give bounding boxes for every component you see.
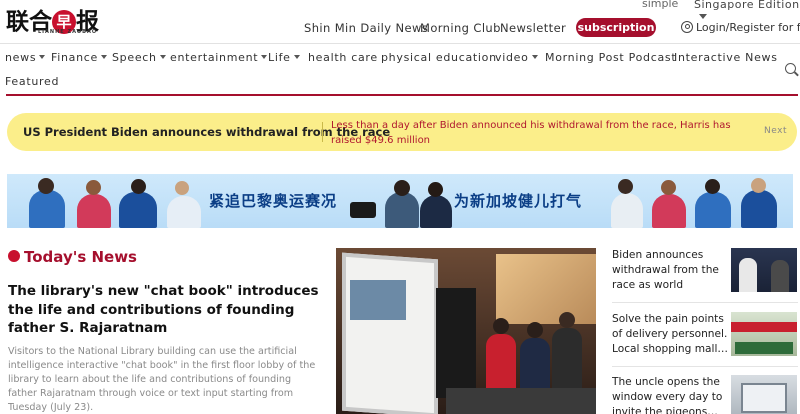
link-newsletter[interactable]: Newsletter	[500, 21, 566, 35]
nav-item-video[interactable]: video	[495, 51, 538, 64]
login-label: Login/Register for free	[696, 21, 800, 34]
nav-divider	[6, 94, 798, 96]
top-header: 联合早报 LIANHE ZAOBAO simple Singapore Edit…	[0, 0, 800, 44]
logo-subtitle: LIANHE ZAOBAO	[38, 29, 98, 35]
athlete-head	[175, 181, 189, 195]
nav-item-physical-education[interactable]: physical education	[381, 51, 497, 64]
nav-item-finance[interactable]: Finance	[51, 51, 107, 64]
sidebar-divider	[612, 366, 798, 367]
sidebar-article-2[interactable]: Solve the pain points of delivery person…	[612, 312, 730, 358]
header-divider	[0, 43, 800, 44]
presenter-figure	[420, 195, 452, 228]
sidebar-thumbnail-3[interactable]	[731, 375, 797, 414]
caret-down-icon	[159, 55, 166, 59]
presenter-head	[394, 180, 410, 196]
photo-person-head	[493, 318, 509, 334]
caret-down-icon	[100, 55, 107, 59]
camera-icon	[350, 202, 376, 218]
chevron-down-icon	[699, 14, 707, 19]
nav-label: Speech	[112, 51, 157, 64]
caret-down-icon	[531, 55, 538, 59]
link-morning-club[interactable]: Morning Club	[420, 21, 501, 35]
athlete-figure	[167, 196, 201, 228]
photo-screen	[342, 252, 438, 414]
athlete-figure	[695, 192, 731, 228]
subscribe-button[interactable]: subscription	[576, 18, 656, 37]
nav-label: entertainment	[170, 51, 259, 64]
athlete-figure	[119, 192, 157, 228]
athlete-head	[751, 178, 766, 193]
nav-item-entertainment[interactable]: entertainment	[170, 51, 268, 64]
sidebar-article-3[interactable]: The uncle opens the window every day to …	[612, 375, 730, 414]
caret-down-icon	[39, 55, 46, 59]
athlete-figure	[77, 194, 111, 228]
edition-label: Singapore Edition	[694, 0, 800, 11]
photo-book	[436, 288, 476, 398]
nav-label: Life	[268, 51, 291, 64]
caret-down-icon	[293, 55, 300, 59]
olympics-banner[interactable]: 紧追巴黎奥运赛况 为新加坡健儿打气	[7, 174, 793, 228]
caret-down-icon	[261, 55, 268, 59]
athlete-head	[38, 178, 54, 194]
banner-text-left: 紧追巴黎奥运赛况	[209, 192, 338, 210]
sidebar-thumbnail-1[interactable]	[731, 248, 797, 292]
thumb-figure	[739, 258, 757, 292]
nav-item-featured[interactable]: Featured	[5, 75, 59, 88]
nav-item-speech[interactable]: Speech	[112, 51, 166, 64]
photo-screen-image	[350, 280, 406, 320]
thumb-awning	[731, 322, 797, 332]
photo-person-head	[527, 322, 543, 338]
nav-label: video	[495, 51, 529, 64]
nav-label: Finance	[51, 51, 98, 64]
ticker-detail[interactable]: Less than a day after Biden announced hi…	[331, 118, 731, 148]
athlete-figure	[611, 193, 643, 228]
link-shin-min[interactable]: Shin Min Daily News	[304, 21, 428, 35]
site-logo[interactable]: 联合早报 LIANHE ZAOBAO	[6, 2, 116, 38]
athlete-head	[618, 179, 633, 194]
section-dot-icon	[8, 250, 20, 262]
athlete-head	[131, 179, 146, 194]
athlete-figure	[29, 190, 65, 228]
lead-article-title[interactable]: The library's new "chat book" introduces…	[8, 282, 323, 338]
user-icon	[681, 21, 693, 33]
sidebar-article-1[interactable]: Biden announces withdrawal from the race…	[612, 248, 730, 294]
athlete-head	[661, 180, 676, 195]
thumb-window	[741, 383, 787, 413]
ticker-next-button[interactable]: Next	[764, 126, 787, 136]
thumb-bikes	[735, 342, 793, 354]
photo-person-head	[559, 312, 575, 328]
nav-item-podcast[interactable]: Morning Post Podcast	[545, 51, 676, 64]
photo-desk	[446, 388, 596, 414]
search-icon[interactable]	[785, 63, 796, 74]
photo-window	[496, 254, 596, 324]
athlete-figure	[741, 190, 777, 228]
athlete-head	[705, 179, 720, 194]
nav-item-interactive-news[interactable]: Interactive News	[674, 51, 778, 64]
nav-item-life[interactable]: Life	[268, 51, 300, 64]
presenter-figure	[385, 192, 419, 228]
thumb-figure	[771, 260, 789, 292]
athlete-head	[86, 180, 101, 195]
sidebar-divider	[612, 302, 798, 303]
nav-label: news	[5, 51, 37, 64]
nav-item-news[interactable]: news	[5, 51, 46, 64]
lead-article-summary: Visitors to the National Library buildin…	[8, 346, 316, 413]
lead-article-photo[interactable]	[336, 248, 596, 414]
banner-text-right: 为新加坡健儿打气	[454, 192, 583, 210]
language-switch[interactable]: simple	[642, 0, 678, 10]
login-link[interactable]: Login/Register for free	[681, 21, 800, 34]
breaking-news-ticker: US President Biden announces withdrawal …	[7, 113, 797, 151]
nav-item-health-care[interactable]: health care	[308, 51, 378, 64]
section-title[interactable]: Today's News	[24, 248, 137, 266]
ticker-divider	[322, 122, 323, 142]
presenter-head	[428, 182, 443, 197]
sidebar-thumbnail-2[interactable]	[731, 312, 797, 356]
athlete-figure	[652, 194, 686, 228]
